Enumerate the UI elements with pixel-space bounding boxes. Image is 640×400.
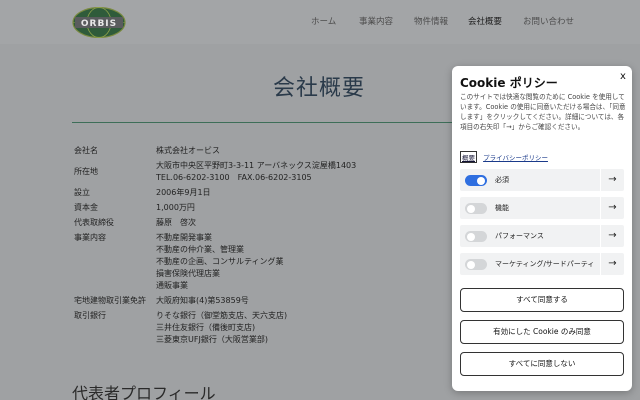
- label-representative: 代表取締役: [74, 218, 114, 227]
- marketing-toggle[interactable]: [465, 259, 487, 270]
- value-business-2: 不動産の仲介業、管理業: [156, 245, 244, 254]
- toggle-knob: [467, 204, 475, 213]
- label-company-name: 会社名: [74, 146, 98, 155]
- label-established: 設立: [74, 188, 90, 197]
- privacy-policy-link[interactable]: プライバシーポリシー: [483, 154, 548, 162]
- reject-all-button[interactable]: すべてに同意しない: [460, 352, 624, 376]
- value-capital: 1,000万円: [156, 203, 195, 212]
- functional-toggle[interactable]: [465, 203, 487, 214]
- label-capital: 資本金: [74, 203, 98, 212]
- orbis-logo[interactable]: ORBIS: [72, 7, 126, 38]
- close-icon[interactable]: x: [620, 71, 626, 82]
- value-bank-2: 三井住友銀行（備後町支店): [156, 323, 256, 332]
- category-name-marketing: マーケティング/サードパーティ: [495, 260, 595, 268]
- nav-contact[interactable]: お問い合わせ: [523, 15, 574, 27]
- cookie-description: このサイトでは快適な閲覧のために Cookie を使用しています。Cookie …: [460, 93, 626, 131]
- logo-text: ORBIS: [81, 19, 117, 29]
- value-address: 大阪市中央区平野町3-3-11 アーバネックス淀屋橋1403: [156, 161, 357, 170]
- accept-all-button[interactable]: すべて同意する: [460, 288, 624, 312]
- performance-toggle[interactable]: [465, 231, 487, 242]
- value-business-4: 損害保険代理店業: [156, 269, 220, 278]
- nav-home[interactable]: ホーム: [311, 15, 336, 27]
- label-banks: 取引銀行: [74, 311, 106, 320]
- value-bank-3: 三菱東京UFJ銀行（大阪営業部): [156, 335, 268, 344]
- toggle-knob: [467, 232, 475, 241]
- cookie-consent-panel: Cookie ポリシー x このサイトでは快適な閲覧のために Cookie を使…: [452, 66, 632, 391]
- toggle-knob: [467, 260, 475, 269]
- arrow-right-icon[interactable]: →: [600, 197, 624, 219]
- label-business: 事業内容: [74, 233, 106, 242]
- site-header: ORBIS ホーム 事業内容 物件情報 会社概要 お問い合わせ: [0, 0, 640, 44]
- value-company-name: 株式会社オービス: [156, 146, 220, 155]
- value-established: 2006年9月1日: [156, 188, 211, 197]
- accept-selected-button[interactable]: 有効にした Cookie のみ同意: [460, 320, 624, 344]
- toggle-knob: [477, 176, 485, 185]
- cookie-category-functional: 機能 →: [460, 197, 624, 219]
- arrow-right-icon[interactable]: →: [600, 225, 624, 247]
- category-name-required: 必須: [495, 176, 509, 184]
- value-business-3: 不動産の企画、コンサルティング業: [156, 257, 284, 266]
- cookie-links: 概要 プライバシーポリシー: [460, 151, 548, 163]
- value-bank-1: りそな銀行（御堂筋支店、天六支店): [156, 311, 288, 320]
- section-title-profile: 代表者プロフィール: [72, 384, 216, 400]
- page-title: 会社概要: [273, 76, 366, 101]
- cookie-overview-link[interactable]: 概要: [460, 151, 477, 163]
- value-business-1: 不動産開発事業: [156, 233, 212, 242]
- value-business-5: 通販事業: [156, 281, 188, 290]
- title-divider: [72, 122, 462, 123]
- label-license: 宅地建物取引業免許: [74, 296, 146, 305]
- arrow-right-icon[interactable]: →: [600, 169, 624, 191]
- nav-business[interactable]: 事業内容: [359, 15, 393, 27]
- category-name-performance: パフォーマンス: [495, 232, 544, 240]
- nav-properties[interactable]: 物件情報: [414, 15, 448, 27]
- category-name-functional: 機能: [495, 204, 509, 212]
- cookie-category-required: 必須 →: [460, 169, 624, 191]
- value-license: 大阪府知事(4)第53859号: [156, 296, 249, 305]
- required-toggle[interactable]: [465, 175, 487, 186]
- cookie-category-marketing: マーケティング/サードパーティ →: [460, 253, 624, 275]
- cookie-title: Cookie ポリシー: [460, 76, 558, 90]
- value-phone-fax: TEL.06-6202-3100 FAX.06-6202-3105: [156, 173, 312, 182]
- value-representative: 藤原 啓次: [156, 218, 196, 227]
- label-address: 所在地: [74, 167, 98, 176]
- nav-company[interactable]: 会社概要: [468, 15, 502, 27]
- cookie-category-performance: パフォーマンス →: [460, 225, 624, 247]
- arrow-right-icon[interactable]: →: [600, 253, 624, 275]
